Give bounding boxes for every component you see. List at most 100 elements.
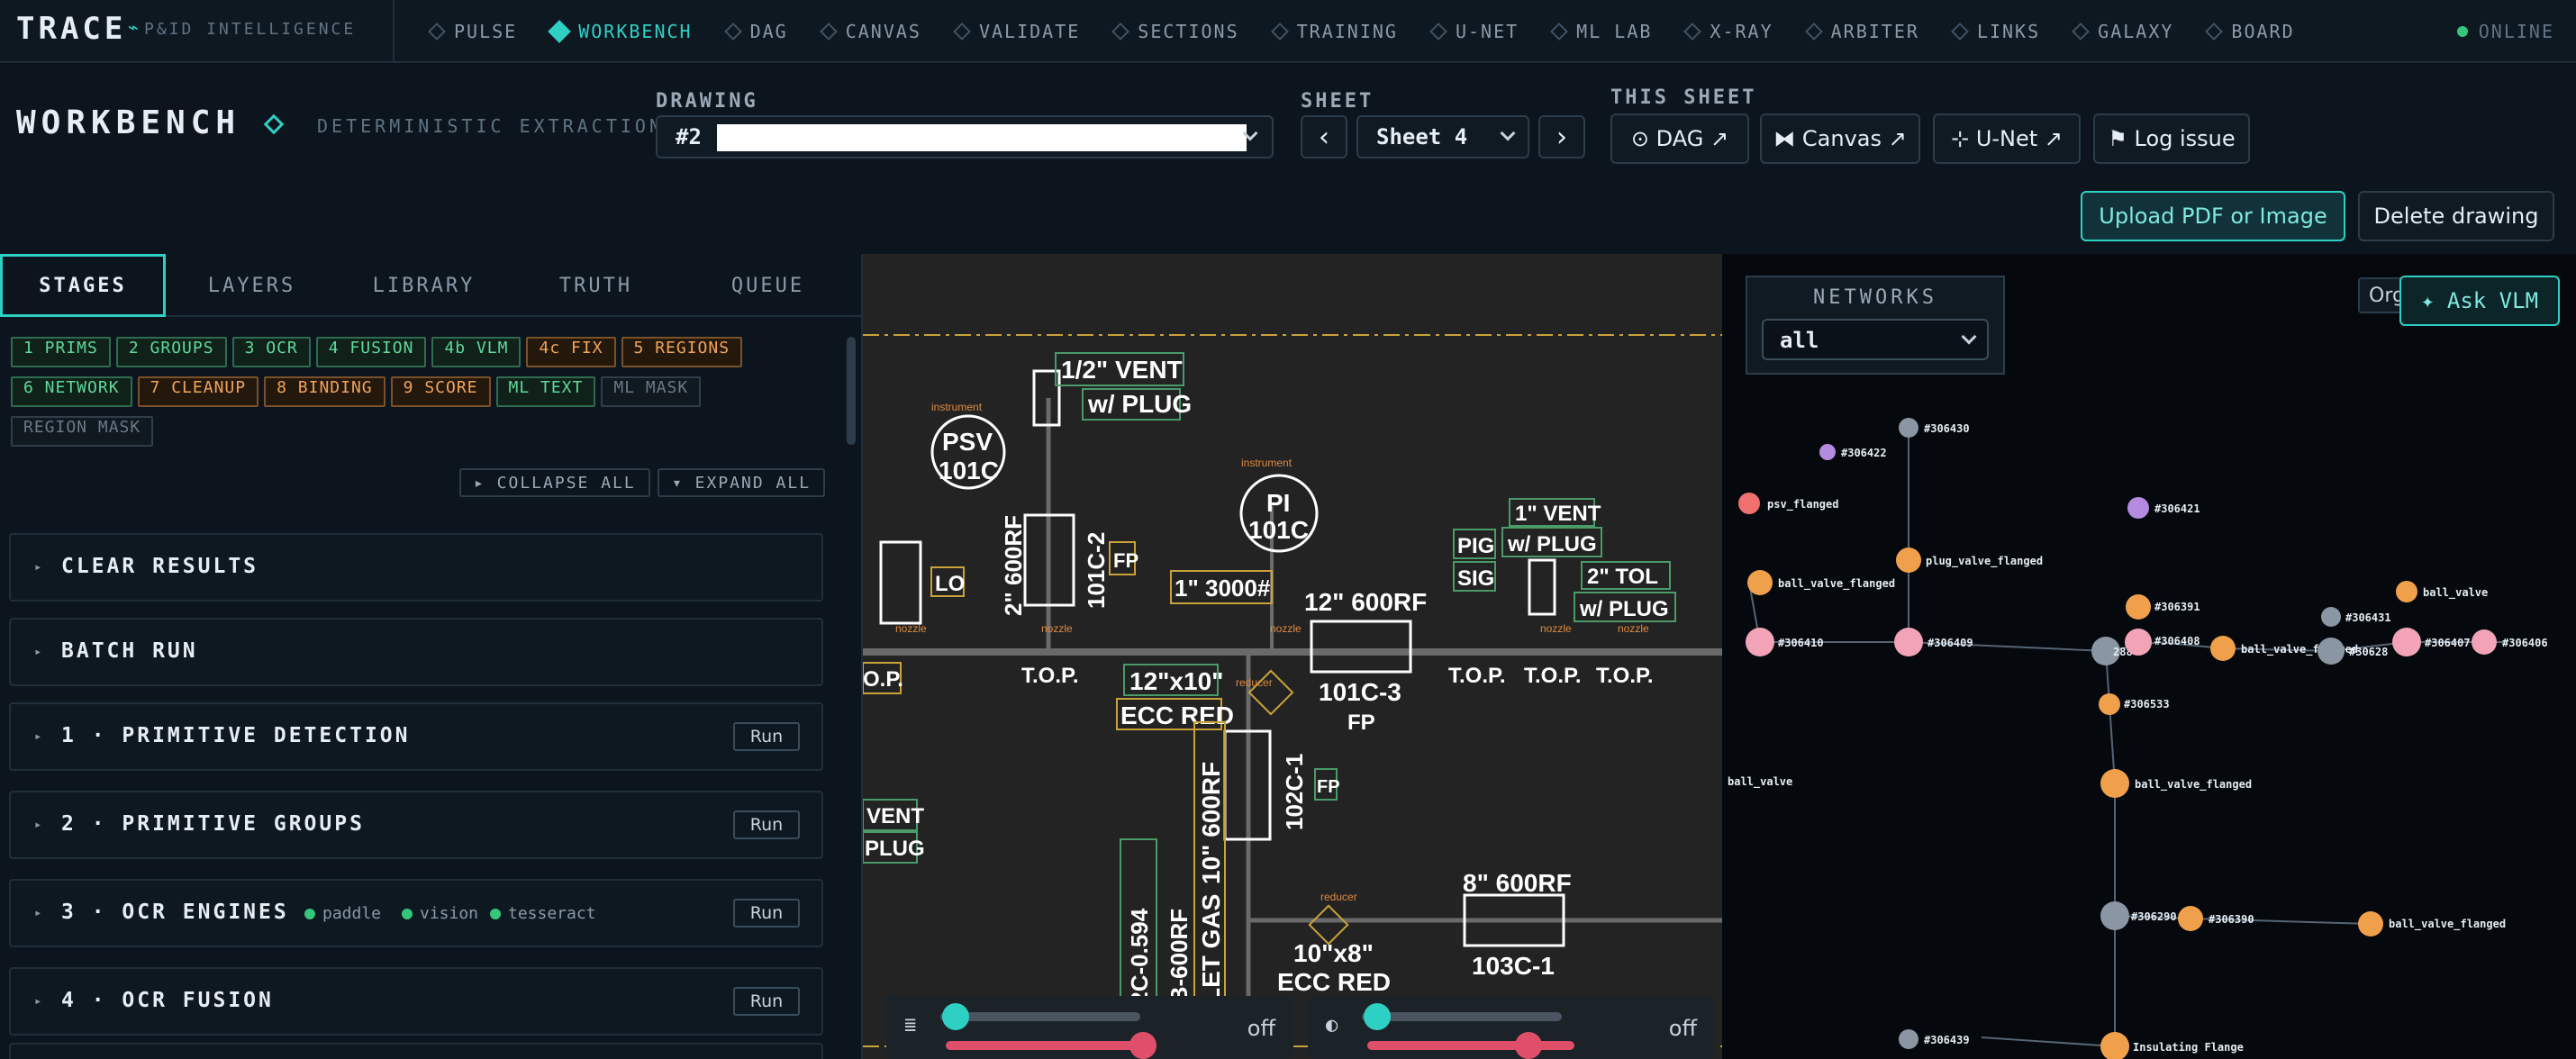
left-panel-tabs: STAGES LAYERS LIBRARY TRUTH QUEUE [0, 254, 861, 317]
annotation: nozzle [1540, 622, 1572, 635]
nav-item-training[interactable]: TRAINING [1270, 21, 1398, 42]
stage-chip[interactable]: ML MASK [601, 376, 702, 407]
tab-truth[interactable]: TRUTH [510, 254, 682, 317]
next-sheet-button[interactable]: › [1538, 115, 1585, 158]
tab-library[interactable]: LIBRARY [338, 254, 510, 317]
canvas-label: 8" 600RF [1463, 869, 1572, 897]
graph-node: #306290 [2131, 910, 2177, 923]
slider-track[interactable] [1362, 1012, 1562, 1021]
delete-drawing-button[interactable]: Delete drawing [2358, 191, 2554, 241]
scrollbar[interactable] [847, 337, 856, 445]
stage-chip[interactable]: 4b VLM [431, 337, 522, 367]
nav-item-links[interactable]: LINKS [1951, 21, 2040, 42]
slider-track[interactable] [940, 1012, 1140, 1021]
nav-item-ml-lab[interactable]: ML LAB [1550, 21, 1652, 42]
ask-vlm-button[interactable]: ✦ Ask VLM [2399, 276, 2560, 326]
nav-item-dag[interactable]: DAG [723, 21, 788, 42]
annotation: nozzle [1618, 622, 1649, 635]
network-graph-panel[interactable]: #306430 #306422 psv_flanged #306421 plug… [1722, 254, 2576, 1059]
section-title: 2 · PRIMITIVE GROUPS [61, 812, 365, 836]
chevron-down-icon [1961, 329, 1977, 345]
contrast-icon: ◐ [1326, 1014, 1338, 1036]
diamond-icon [723, 23, 742, 41]
annotation: instrument [931, 401, 983, 413]
graph-node: #306431 [2345, 611, 2391, 624]
canvas-label: LO [935, 572, 965, 596]
nav-item-validate[interactable]: VALIDATE [953, 21, 1080, 42]
nav-item-board[interactable]: BOARD [2205, 21, 2294, 42]
stage-section[interactable]: ▸ 1 · PRIMITIVE DETECTION Run [9, 702, 823, 771]
nav-label: SECTIONS [1138, 21, 1239, 42]
brand-logo[interactable]: TRACE [16, 11, 126, 47]
canvas-label: 12" 600RF [1304, 588, 1427, 616]
stage-chip[interactable]: 8 BINDING [264, 376, 385, 407]
canvas-link-button[interactable]: ⧓ Canvas ↗ [1760, 113, 1920, 164]
nav-item-x-ray[interactable]: X-RAY [1683, 21, 1773, 42]
nav-item-u-net[interactable]: U-NET [1429, 21, 1519, 42]
prev-sheet-button[interactable]: ‹ [1301, 115, 1347, 158]
nav-item-galaxy[interactable]: GALAXY [2072, 21, 2173, 42]
stage-chip[interactable]: 9 SCORE [390, 376, 491, 407]
slider-knob[interactable] [1364, 1003, 1391, 1030]
tab-stages[interactable]: STAGES [0, 254, 166, 317]
expand-arrow-icon: ▸ [34, 994, 42, 1009]
stage-chip[interactable]: ML TEXT [495, 376, 596, 407]
engine-name: tesseract [508, 904, 596, 923]
drawing-label: DRAWING [656, 90, 758, 113]
stage-chip[interactable]: 2 GROUPS [115, 337, 227, 367]
stage-section[interactable]: ▸ 2 · PRIMITIVE GROUPS Run [9, 791, 823, 859]
stage-chip[interactable]: 6 NETWORK [11, 376, 132, 407]
run-button[interactable]: Run [733, 810, 800, 839]
stage-chip[interactable]: 4 FUSION [315, 337, 427, 367]
slider-knob[interactable] [942, 1003, 969, 1030]
log-issue-button[interactable]: ⚑ Log issue [2093, 113, 2250, 164]
drawing-select[interactable]: #2 [656, 115, 1274, 158]
networks-label: NETWORKS [1813, 286, 1937, 309]
nav-item-pulse[interactable]: PULSE [428, 21, 517, 42]
this-sheet-label: THIS SHEET [1610, 86, 1757, 109]
nav-item-canvas[interactable]: CANVAS [819, 21, 921, 42]
nav-item-sections[interactable]: SECTIONS [1111, 21, 1239, 42]
tab-layers[interactable]: LAYERS [166, 254, 338, 317]
stage-chip[interactable]: 7 CLEANUP [137, 376, 259, 407]
slider-knob[interactable] [1129, 1032, 1156, 1059]
network-graph: #306430 #306422 psv_flanged #306421 plug… [1728, 418, 2548, 1059]
expand-all-button[interactable]: ▾ EXPAND ALL [658, 468, 826, 497]
networks-select[interactable]: all [1762, 319, 1989, 360]
diamond-icon [2205, 23, 2224, 41]
canvas-label: FP [1113, 549, 1138, 572]
status-dot-icon [402, 908, 413, 919]
toggle-state[interactable]: off [1669, 1016, 1697, 1041]
slider-track[interactable] [946, 1041, 1153, 1050]
collapse-all-button[interactable]: ▸ COLLAPSE ALL [459, 468, 650, 497]
stage-chip[interactable]: 5 REGIONS [621, 337, 743, 367]
run-button[interactable]: Run [733, 899, 800, 928]
run-button[interactable]: Run [733, 722, 800, 751]
sheet-select[interactable]: Sheet 4 [1356, 115, 1529, 158]
stage-chip[interactable]: 3 OCR [231, 337, 311, 367]
canvas-label: 101C [939, 457, 999, 484]
canvas-label: 103C-1 [1472, 952, 1555, 980]
stage-section[interactable]: ▸ 3 · OCR ENGINES Run paddle vision tesseract [9, 879, 823, 947]
stage-section[interactable]: ▸ CLEAR RESULTS [9, 533, 823, 602]
tab-queue[interactable]: QUEUE [682, 254, 854, 317]
stages-panel: 1 PRIMS 2 GROUPS 3 OCR 4 FUSION 4b VLM 4c FIX… [0, 317, 861, 1059]
drawing-canvas[interactable]: 1/2" VENT w/ PLUG PSV 101C PI 101C 1" VE… [863, 254, 1722, 1059]
stage-chip[interactable]: 4c FIX [526, 337, 616, 367]
toggle-state[interactable]: off [1247, 1016, 1275, 1041]
unet-link-button[interactable]: ⊹ U-Net ↗ [1933, 113, 2081, 164]
diamond-icon [1804, 23, 1823, 41]
slider-track[interactable] [1367, 1041, 1574, 1050]
nav-item-workbench[interactable]: WORKBENCH [548, 20, 692, 43]
stage-chip[interactable]: REGION MASK [11, 416, 154, 447]
dag-link-button[interactable]: ⊙ DAG ↗ [1610, 113, 1749, 164]
run-button[interactable]: Run [733, 987, 800, 1016]
slider-knob[interactable] [1515, 1032, 1542, 1059]
nav-item-arbiter[interactable]: ARBITER [1804, 21, 1919, 42]
upload-button[interactable]: Upload PDF or Image [2081, 191, 2345, 241]
annotation: instrument [1241, 457, 1293, 469]
stage-chip[interactable]: 1 PRIMS [11, 337, 111, 367]
stage-section[interactable]: ▸ BATCH RUN [9, 618, 823, 686]
stage-section[interactable]: ▸ 4 · OCR FUSION Run [9, 967, 823, 1036]
stage-section[interactable] [9, 1043, 823, 1059]
